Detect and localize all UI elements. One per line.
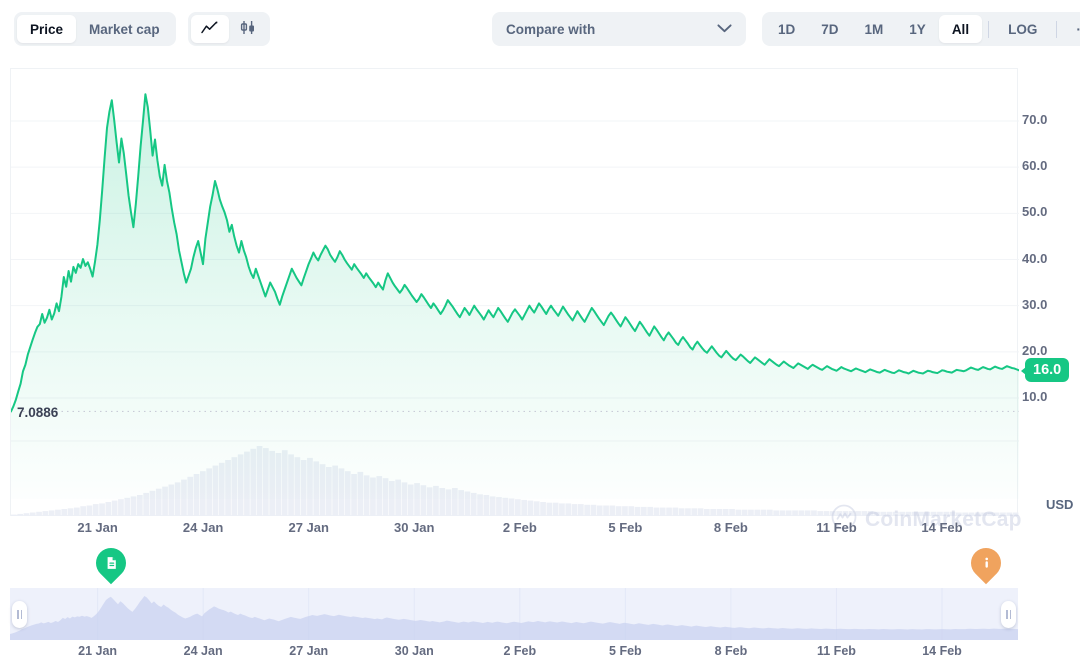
log-scale-button[interactable]: LOG <box>995 15 1050 43</box>
y-axis-tick-50-0: 50.0 <box>1022 204 1047 219</box>
line-chart-icon <box>201 21 218 37</box>
grip-icon-right <box>1006 610 1011 619</box>
tab-price[interactable]: Price <box>17 15 76 43</box>
info-icon <box>979 556 994 571</box>
more-horizontal-icon: ··· <box>1076 21 1080 37</box>
x-axis-tick-2-feb: 2 Feb <box>503 520 537 535</box>
toolbar-divider-2 <box>1056 21 1057 38</box>
compare-with-dropdown[interactable]: Compare with <box>492 12 746 46</box>
chevron-down-icon <box>717 20 732 38</box>
range-1m[interactable]: 1M <box>852 15 897 43</box>
x-axis-tick-11-feb: 11 Feb <box>816 520 856 535</box>
y-axis-tick-40-0: 40.0 <box>1022 251 1047 266</box>
y-axis-tick-20-0: 20.0 <box>1022 343 1047 358</box>
range-1y[interactable]: 1Y <box>896 15 939 43</box>
pin-info-orange[interactable] <box>965 542 1007 584</box>
navigator-x-axis-labels: 21 Jan 24 Jan 27 Jan 30 Jan 2 Feb 5 Feb 8 Feb 1… <box>0 644 1080 666</box>
current-price-badge: 16.0 <box>1025 358 1069 382</box>
x-axis-tick-8-feb: 8 Feb <box>714 520 748 535</box>
x-axis-tick-30-jan: 30 Jan <box>394 520 434 535</box>
tab-market-cap[interactable]: Market cap <box>76 15 173 43</box>
navigator-chart-svg <box>10 588 1018 640</box>
navigator-x-tick-8-feb: 8 Feb <box>715 644 748 658</box>
range-7d[interactable]: 7D <box>808 15 851 43</box>
price-chart-svg <box>11 69 1019 517</box>
compare-with-label: Compare with <box>506 22 595 37</box>
x-axis-tick-27-jan: 27 Jan <box>288 520 328 535</box>
range-navigator[interactable] <box>10 588 1018 640</box>
candlestick-chart-button[interactable] <box>229 15 267 43</box>
price-chart-area[interactable]: CoinMarketCap <box>10 68 1018 516</box>
candlestick-chart-icon <box>239 20 257 38</box>
navigator-x-tick-24-jan: 24 Jan <box>184 644 223 658</box>
x-axis-labels: 21 Jan 24 Jan 27 Jan 30 Jan 2 Feb 5 Feb 8 Feb 1… <box>0 520 1080 546</box>
price-chart-page: Price Market cap <box>0 0 1080 672</box>
pin-news-green[interactable] <box>90 542 132 584</box>
x-axis-tick-24-jan: 24 Jan <box>183 520 223 535</box>
y-axis-tick-10-0: 10.0 <box>1022 389 1047 404</box>
toolbar-left-group: Price Market cap <box>14 12 270 46</box>
range-all[interactable]: All <box>939 15 982 43</box>
price-area-fill <box>11 94 1019 499</box>
navigator-x-tick-14-feb: 14 Feb <box>922 644 962 658</box>
navigator-x-tick-27-jan: 27 Jan <box>289 644 328 658</box>
range-handle-left[interactable] <box>12 601 27 628</box>
document-icon <box>104 556 119 571</box>
navigator-x-tick-11-feb: 11 Feb <box>817 644 856 658</box>
navigator-x-tick-5-feb: 5 Feb <box>609 644 642 658</box>
toolbar-right-group: 1D 7D 1M 1Y All LOG ··· <box>762 12 1080 46</box>
y-axis-currency-label: USD <box>1046 497 1073 512</box>
navigator-area <box>10 596 1018 640</box>
toolbar-divider-1 <box>988 21 989 38</box>
x-axis-tick-14-feb: 14 Feb <box>921 520 962 535</box>
navigator-x-tick-2-feb: 2 Feb <box>503 644 536 658</box>
low-price-label: 7.0886 <box>17 405 58 420</box>
metric-toggle-group: Price Market cap <box>14 12 176 46</box>
navigator-x-tick-21-jan: 21 Jan <box>78 644 117 658</box>
line-chart-button[interactable] <box>191 15 229 43</box>
y-axis-tick-70-0: 70.0 <box>1022 112 1047 127</box>
chart-toolbar: Price Market cap <box>0 0 1080 58</box>
grip-icon-left <box>17 610 22 619</box>
more-options-button[interactable]: ··· <box>1063 15 1080 43</box>
navigator-x-tick-30-jan: 30 Jan <box>395 644 434 658</box>
x-axis-tick-5-feb: 5 Feb <box>608 520 642 535</box>
y-axis-tick-60-0: 60.0 <box>1022 158 1047 173</box>
x-axis-tick-21-jan: 21 Jan <box>77 520 117 535</box>
toolbar-compare-group: Compare with <box>492 12 746 46</box>
y-axis-labels: 10.0 20.0 30.0 40.0 50.0 60.0 70.0 <box>1022 68 1080 516</box>
chart-type-group <box>188 12 270 46</box>
y-axis-tick-30-0: 30.0 <box>1022 297 1047 312</box>
range-selector-group: 1D 7D 1M 1Y All LOG ··· <box>762 12 1080 46</box>
range-handle-right[interactable] <box>1001 601 1016 628</box>
range-1d[interactable]: 1D <box>765 15 808 43</box>
